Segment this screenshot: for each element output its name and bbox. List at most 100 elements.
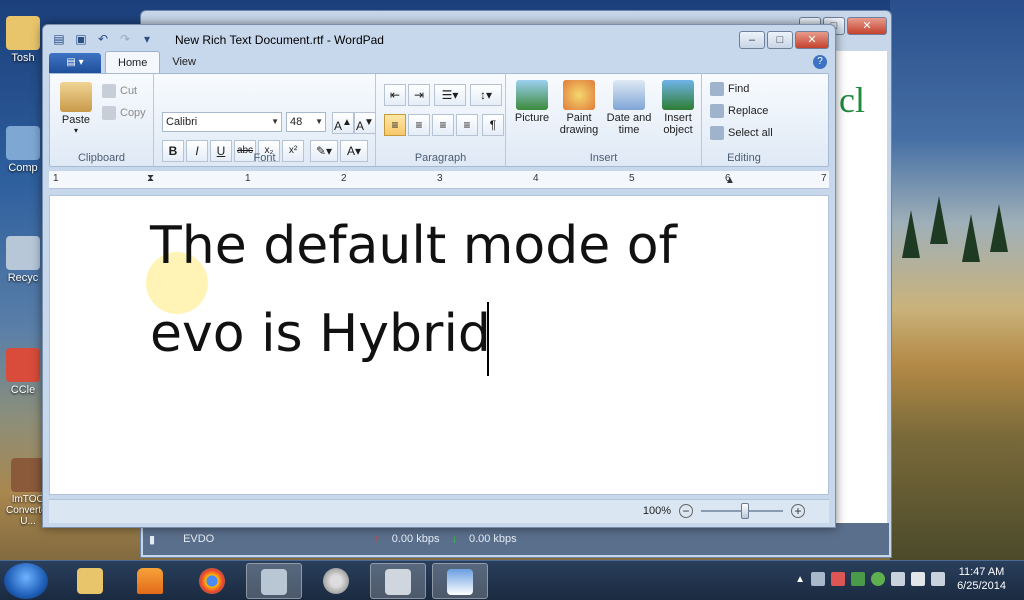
paragraph-group-label: Paragraph [414, 152, 467, 164]
minimize-button[interactable]: – [739, 31, 765, 49]
evo-icon [261, 569, 287, 595]
align-left-button[interactable]: ≡ [384, 114, 406, 136]
desktop-wallpaper [890, 0, 1024, 560]
select-all-icon [710, 126, 724, 140]
ccleaner-icon [6, 348, 40, 382]
copy-button[interactable]: Copy [102, 106, 146, 120]
bullets-button[interactable]: ☰▾ [434, 84, 466, 106]
zoom-level: 100% [642, 505, 671, 517]
paragraph-settings-button[interactable]: ¶ [482, 114, 504, 136]
taskbar-explorer[interactable] [62, 563, 118, 599]
undo-icon[interactable]: ↶ [95, 31, 111, 47]
help-icon[interactable]: ? [813, 55, 827, 69]
document-line-1: The default mode of [150, 216, 677, 276]
paste-icon [60, 82, 92, 112]
find-button[interactable]: Find [710, 82, 749, 96]
align-center-button[interactable]: ≡ [408, 114, 430, 136]
document-line-2: evo is Hybrid [150, 304, 491, 364]
taskbar-vlc[interactable] [122, 563, 178, 599]
font-family-select[interactable]: Calibri ▼ [162, 112, 282, 132]
system-tray: ▲ 11:47 AM 6/25/2014 [795, 565, 1014, 593]
insert-group-label: Insert [589, 152, 618, 164]
network-type: EVDO [183, 533, 215, 545]
text-caret [487, 302, 489, 376]
status-bar: 100% − + [49, 499, 829, 523]
close-button[interactable]: ✕ [847, 17, 887, 35]
zoom-slider-thumb[interactable] [741, 503, 749, 519]
tree-silhouette [930, 196, 948, 244]
signal-bars-icon[interactable] [891, 572, 906, 586]
tab-view[interactable]: View [160, 51, 208, 73]
document-area[interactable]: The default mode of evo is Hybrid [49, 195, 829, 495]
increase-indent-button[interactable]: ⇥ [408, 84, 430, 106]
desktop-icon-recycle-bin[interactable]: Recyc [0, 236, 46, 284]
redo-icon[interactable]: ↷ [117, 31, 133, 47]
date-time-button[interactable]: Date and time [604, 80, 654, 136]
cut-button[interactable]: Cut [102, 84, 137, 98]
video-camera-icon [385, 569, 411, 595]
window-title: New Rich Text Document.rtf - WordPad [175, 33, 384, 47]
taskbar-chrome[interactable] [184, 563, 240, 599]
tree-silhouette [962, 214, 980, 262]
justify-button[interactable]: ≡ [456, 114, 478, 136]
wordpad-icon [447, 569, 473, 595]
decrease-indent-button[interactable]: ⇤ [384, 84, 406, 106]
insert-object-button[interactable]: Insert object [656, 80, 700, 136]
zoom-controls: 100% − + [642, 503, 805, 519]
computer-icon [6, 126, 40, 160]
info-icon[interactable] [871, 572, 886, 586]
converter-icon [11, 458, 45, 492]
desktop-icon-computer[interactable]: Comp [0, 126, 46, 174]
grow-font-button[interactable]: A▲ [332, 112, 354, 134]
calendar-icon [613, 80, 645, 110]
start-button[interactable] [4, 563, 48, 599]
wordpad-window[interactable]: ▤ ▣ ↶ ↷ ▾ New Rich Text Document.rtf - W… [42, 24, 836, 528]
tab-home[interactable]: Home [105, 51, 161, 73]
align-right-button[interactable]: ≡ [432, 114, 454, 136]
paste-button[interactable]: Paste ▾ [56, 82, 96, 135]
application-menu-button[interactable]: ▤ ▾ [49, 53, 101, 73]
webcam-icon [323, 568, 349, 594]
desktop-icon-ccleaner[interactable]: CCle [0, 348, 46, 396]
select-all-button[interactable]: Select all [710, 126, 773, 140]
taskbar-webcam[interactable] [308, 563, 364, 599]
picture-button[interactable]: Picture [510, 80, 554, 124]
line-spacing-button[interactable]: ↕▾ [470, 84, 502, 106]
paint-drawing-button[interactable]: Paint drawing [556, 80, 602, 136]
zoom-slider[interactable] [701, 503, 783, 519]
tray-app-icon[interactable] [811, 572, 826, 586]
taskbar-video[interactable] [370, 563, 426, 599]
shrink-font-button[interactable]: A▼ [354, 112, 376, 134]
right-indent-marker[interactable]: ▲ [725, 175, 735, 186]
taskbar-wordpad[interactable] [432, 563, 488, 599]
font-size-select[interactable]: 48 ▼ [286, 112, 326, 132]
ribbon-tabs: ▤ ▾ Home View [49, 51, 208, 73]
show-hidden-icons-icon[interactable]: ▲ [795, 574, 805, 585]
folder-icon [77, 568, 103, 594]
download-arrow-icon: ↓ [451, 533, 457, 545]
customize-toolbar-icon[interactable]: ▾ [139, 31, 155, 47]
chrome-icon [199, 568, 225, 594]
indent-marker[interactable]: ⧗ [147, 173, 154, 184]
binoculars-icon [710, 82, 724, 96]
chevron-down-icon: ▼ [315, 117, 323, 126]
close-button[interactable]: ✕ [795, 31, 829, 49]
zoom-out-button[interactable]: − [679, 504, 693, 518]
maximize-button[interactable]: □ [767, 31, 793, 49]
quick-access-toolbar: ▤ ▣ ↶ ↷ ▾ [51, 31, 155, 47]
volume-muted-icon[interactable] [831, 572, 846, 586]
flag-icon[interactable] [911, 572, 926, 586]
zoom-in-button[interactable]: + [791, 504, 805, 518]
ribbon: Paste ▾ Cut Copy Clipboard Calibri ▼ 48 ▼ … [49, 73, 829, 167]
taskbar-evo[interactable] [246, 563, 302, 599]
network-icon[interactable] [851, 572, 866, 586]
replace-button[interactable]: Replace [710, 104, 768, 118]
clipboard-group-label: Clipboard [77, 152, 126, 164]
desktop-icon-toshiba[interactable]: Tosh [0, 16, 46, 64]
save-icon[interactable]: ▣ [73, 31, 89, 47]
battery-icon[interactable] [931, 572, 946, 586]
clock[interactable]: 11:47 AM 6/25/2014 [957, 565, 1006, 593]
evo-logo: cl [839, 80, 865, 120]
insert-group: Picture Paint drawing Date and time Inse… [506, 74, 702, 166]
clipboard-group: Paste ▾ Cut Copy Clipboard [50, 74, 154, 166]
